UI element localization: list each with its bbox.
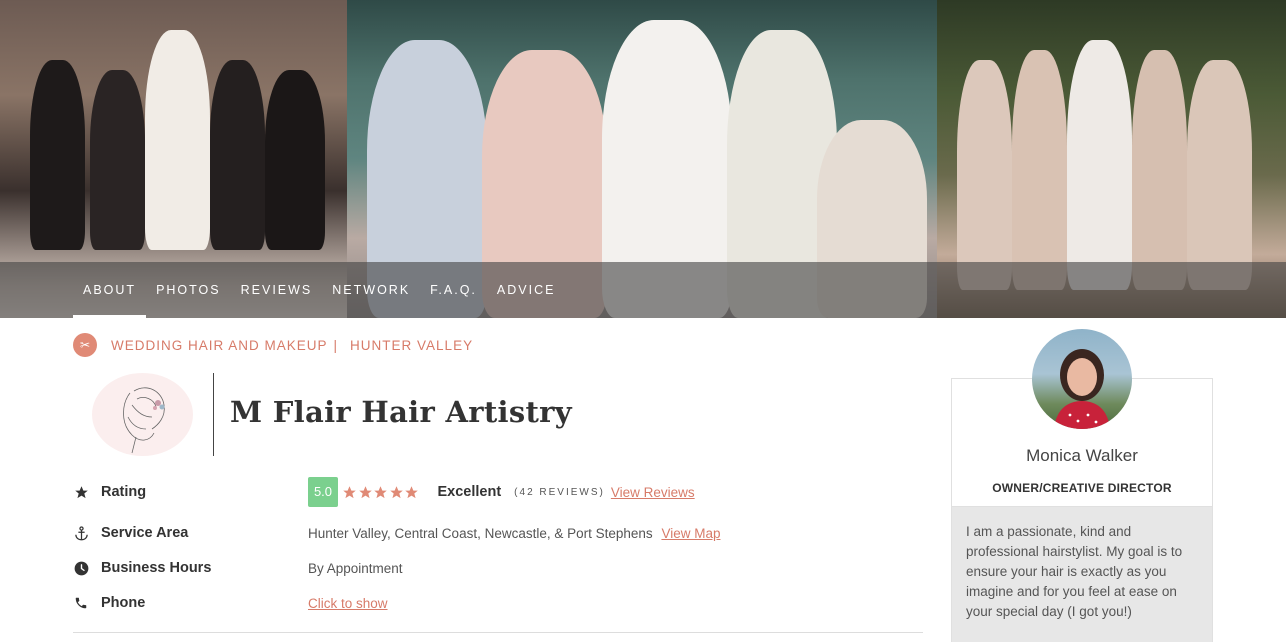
star-icon: [343, 485, 356, 498]
service-area-value: Hunter Valley, Central Coast, Newcastle,…: [308, 525, 653, 541]
star-icon: [374, 485, 387, 498]
service-area-row: Service Area Hunter Valley, Central Coas…: [73, 521, 923, 545]
service-area-label: Service Area: [101, 525, 189, 541]
rating-summary: Excellent: [437, 484, 502, 500]
details-divider: [73, 632, 923, 633]
breadcrumb-category-link[interactable]: WEDDING HAIR AND MAKEUP: [111, 338, 328, 353]
phone-icon: [73, 595, 89, 611]
tab-about[interactable]: ABOUT: [73, 262, 147, 318]
show-phone-link[interactable]: Click to show: [308, 596, 388, 611]
avatar[interactable]: [1032, 329, 1132, 429]
breadcrumb-location-link[interactable]: HUNTER VALLEY: [350, 338, 473, 353]
view-reviews-link[interactable]: View Reviews: [611, 485, 695, 500]
profile-tabs: ABOUT PHOTOS REVIEWS NETWORK F.A.Q. ADVI…: [73, 262, 565, 318]
phone-label: Phone: [101, 595, 146, 611]
phone-row: Phone Click to show: [73, 591, 923, 615]
owner-bio: I am a passionate, kind and professional…: [952, 507, 1212, 642]
clock-icon: [73, 560, 89, 576]
star-icon: [405, 485, 418, 498]
review-count: (42 REVIEWS): [514, 486, 605, 498]
owner-name: Monica Walker: [1026, 446, 1138, 465]
rating-stars: [342, 485, 420, 500]
rating-score-badge: 5.0: [308, 477, 338, 507]
star-icon: [389, 485, 403, 498]
tab-photos[interactable]: PHOTOS: [146, 262, 231, 318]
tab-reviews[interactable]: REVIEWS: [231, 262, 323, 318]
breadcrumb: ✂ WEDDING HAIR AND MAKEUP | HUNTER VALLE…: [73, 333, 473, 357]
star-icon: [73, 484, 89, 500]
view-map-link[interactable]: View Map: [661, 526, 720, 541]
header-divider: [213, 373, 214, 456]
anchor-icon: [73, 525, 89, 541]
vendor-logo: [92, 373, 193, 456]
tab-advice[interactable]: ADVICE: [487, 262, 566, 318]
breadcrumb-separator: |: [333, 337, 338, 353]
owner-title: OWNER/CREATIVE DIRECTOR: [992, 481, 1172, 495]
business-hours-row: Business Hours By Appointment: [73, 556, 923, 580]
business-hours-label: Business Hours: [101, 560, 212, 576]
rating-row: Rating 5.0 Excellent (42 REVIEWS) View R…: [73, 477, 923, 507]
business-hours-value: By Appointment: [308, 560, 403, 576]
rating-label: Rating: [101, 484, 147, 500]
tab-faq[interactable]: F.A.Q.: [420, 262, 487, 318]
star-icon: [358, 485, 372, 498]
tab-network[interactable]: NETWORK: [322, 262, 420, 318]
scissors-icon: ✂: [73, 333, 97, 357]
page-title: M Flair Hair Artistry: [230, 395, 572, 429]
